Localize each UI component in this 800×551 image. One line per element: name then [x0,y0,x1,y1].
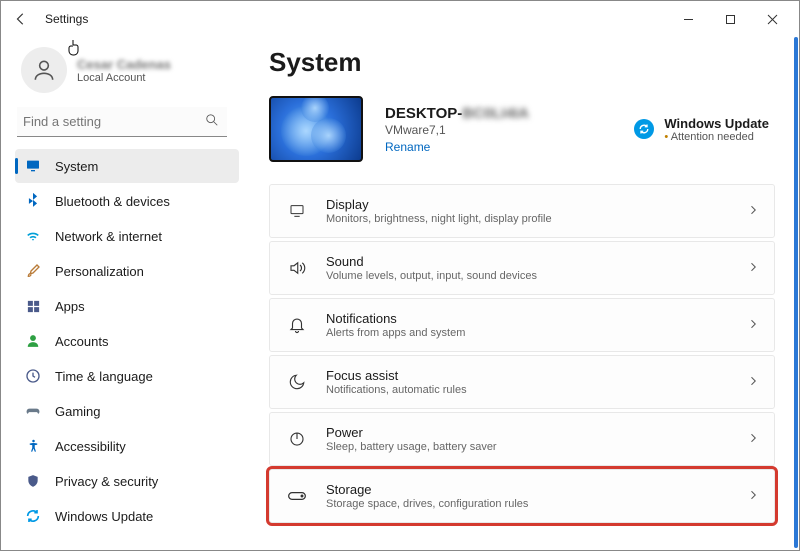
chevron-right-icon [748,375,758,390]
account-block[interactable]: Cesar Cadenas Local Account [15,43,239,107]
sidebar-item-label: Bluetooth & devices [55,194,170,209]
update-icon [634,119,654,139]
clock-icon [25,368,41,384]
card-power[interactable]: PowerSleep, battery usage, battery saver [269,412,775,466]
device-image [269,96,363,162]
chevron-right-icon [748,318,758,333]
minimize-button[interactable] [667,4,709,34]
card-title: Notifications [326,311,465,326]
sidebar-item-time-language[interactable]: Time & language [15,359,239,393]
sidebar-item-label: Gaming [55,404,101,419]
card-focus-assist[interactable]: Focus assistNotifications, automatic rul… [269,355,775,409]
sidebar-item-bluetooth-devices[interactable]: Bluetooth & devices [15,184,239,218]
access-icon [25,438,41,454]
card-notifications[interactable]: NotificationsAlerts from apps and system [269,298,775,352]
card-subtitle: Monitors, brightness, night light, displ… [326,213,552,225]
close-button[interactable] [751,4,793,34]
bluetooth-icon [25,193,41,209]
chevron-right-icon [748,489,758,504]
device-model: VMware7,1 [385,123,529,137]
card-title: Display [326,197,552,212]
sidebar-item-label: Privacy & security [55,474,158,489]
sidebar-item-label: Windows Update [55,509,153,524]
sidebar-item-label: Accessibility [55,439,126,454]
sidebar-item-label: Time & language [55,369,153,384]
card-subtitle: Volume levels, output, input, sound devi… [326,270,537,282]
sound-icon [286,259,308,277]
shield-icon [25,473,41,489]
sidebar-item-apps[interactable]: Apps [15,289,239,323]
update-icon [25,508,41,524]
sidebar-item-network-internet[interactable]: Network & internet [15,219,239,253]
card-title: Sound [326,254,537,269]
title-bar: Settings [1,1,799,37]
sidebar: Cesar Cadenas Local Account System Blueto… [1,37,239,550]
card-subtitle: Alerts from apps and system [326,327,465,339]
power-icon [286,430,308,448]
content-area: System DESKTOP-BC0LI4IA VMware7,1 Rename… [239,37,799,550]
monitor-icon [25,158,41,174]
card-subtitle: Notifications, automatic rules [326,384,467,396]
rename-link[interactable]: Rename [385,140,529,154]
search-input[interactable] [17,107,227,137]
sidebar-item-system[interactable]: System [15,149,239,183]
update-status: Attention needed [664,131,769,143]
window-title: Settings [45,12,88,26]
moon-icon [286,373,308,391]
person-icon [25,333,41,349]
sidebar-item-label: System [55,159,98,174]
account-type: Local Account [77,72,171,84]
card-title: Storage [326,482,528,497]
avatar [21,47,67,93]
card-subtitle: Sleep, battery usage, battery saver [326,441,497,453]
windows-update-tile[interactable]: Windows Update Attention needed [634,116,769,143]
update-title: Windows Update [664,116,769,131]
apps-icon [25,298,41,314]
chevron-right-icon [748,432,758,447]
gaming-icon [25,403,41,419]
search-icon [205,113,219,130]
sidebar-item-label: Apps [55,299,85,314]
card-title: Power [326,425,497,440]
card-subtitle: Storage space, drives, configuration rul… [326,498,528,510]
back-button[interactable] [7,5,35,33]
sidebar-item-gaming[interactable]: Gaming [15,394,239,428]
sidebar-item-accessibility[interactable]: Accessibility [15,429,239,463]
sidebar-item-windows-update[interactable]: Windows Update [15,499,239,533]
account-name: Cesar Cadenas [77,57,171,72]
card-sound[interactable]: SoundVolume levels, output, input, sound… [269,241,775,295]
chevron-right-icon [748,204,758,219]
card-display[interactable]: DisplayMonitors, brightness, night light… [269,184,775,238]
wifi-icon [25,228,41,244]
device-name: DESKTOP-BC0LI4IA [385,105,529,122]
scrollbar[interactable] [794,37,798,548]
bell-icon [286,316,308,334]
chevron-right-icon [748,261,758,276]
card-storage[interactable]: StorageStorage space, drives, configurat… [269,469,775,523]
display-icon [286,203,308,219]
sidebar-item-label: Accounts [55,334,108,349]
sidebar-item-accounts[interactable]: Accounts [15,324,239,358]
sidebar-item-label: Personalization [55,264,144,279]
maximize-button[interactable] [709,4,751,34]
storage-icon [286,490,308,502]
sidebar-item-privacy-security[interactable]: Privacy & security [15,464,239,498]
sidebar-item-label: Network & internet [55,229,162,244]
sidebar-item-personalization[interactable]: Personalization [15,254,239,288]
brush-icon [25,263,41,279]
card-title: Focus assist [326,368,467,383]
page-title: System [269,47,775,78]
